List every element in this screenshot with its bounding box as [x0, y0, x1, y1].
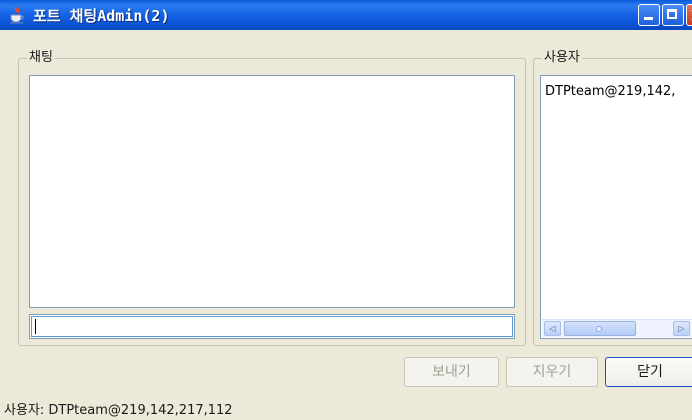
chat-messages-area[interactable]: [29, 75, 515, 308]
text-caret: [35, 319, 36, 334]
user-list[interactable]: DTPteam@219,142, ◁ ▷: [540, 75, 692, 339]
scroll-thumb[interactable]: [564, 321, 636, 336]
close-button[interactable]: 닫기: [605, 357, 692, 387]
horizontal-scrollbar[interactable]: ◁ ▷: [542, 319, 692, 337]
java-cup-icon: [8, 6, 26, 24]
user-list-item[interactable]: DTPteam@219,142,: [545, 84, 675, 99]
minimize-button[interactable]: [638, 4, 660, 26]
scroll-left-arrow-icon[interactable]: ◁: [544, 321, 561, 336]
chat-group-label: 채팅: [27, 50, 55, 66]
maximize-button[interactable]: [662, 4, 684, 26]
message-input[interactable]: [29, 314, 515, 339]
close-window-button[interactable]: [686, 4, 692, 26]
status-bar-text: 사용자: DTPteam@219,142,217,112: [4, 403, 233, 418]
scroll-grip-icon: [596, 326, 602, 332]
users-group-label: 사용자: [542, 50, 582, 66]
title-bar[interactable]: 포트 채팅Admin(2): [0, 0, 692, 30]
send-button[interactable]: 보내기: [404, 357, 499, 387]
window-title: 포트 채팅Admin(2): [33, 7, 170, 25]
scroll-right-arrow-icon[interactable]: ▷: [673, 321, 690, 336]
chat-window: 포트 채팅Admin(2) 채팅 사용자 DTPteam@219,142, ◁ …: [0, 0, 692, 420]
clear-button[interactable]: 지우기: [506, 357, 598, 387]
